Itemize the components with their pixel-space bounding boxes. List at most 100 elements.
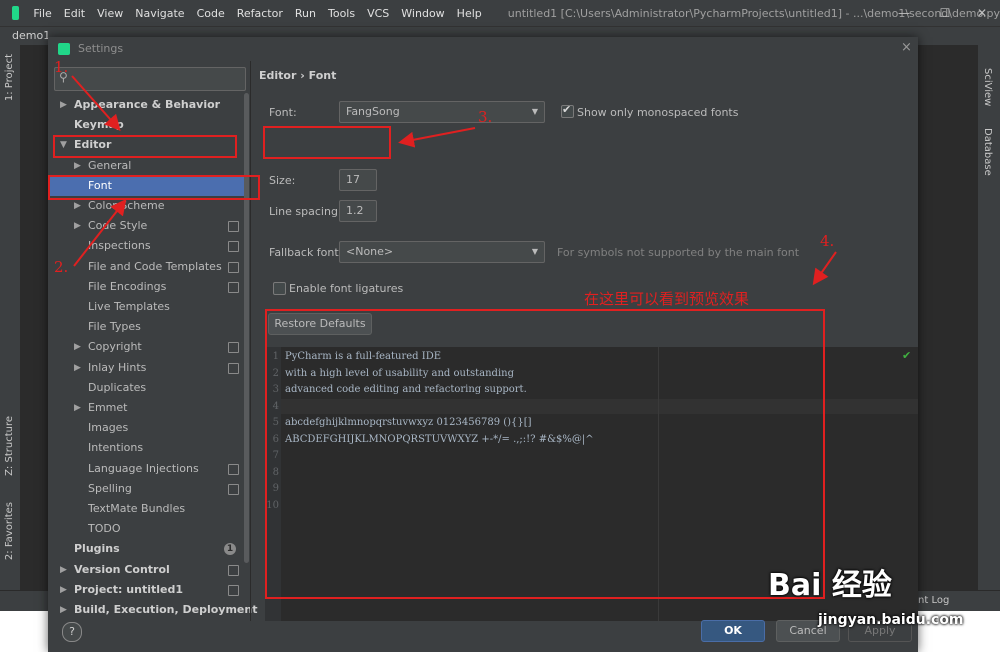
settings-search-input[interactable]: ⚲ [54,67,246,91]
tree-item[interactable]: ▶ Emmet [48,398,244,418]
tree-item[interactable]: TODO [48,519,244,539]
chevron-right-icon[interactable]: ▶ [74,398,81,418]
ok-button[interactable]: OK [701,620,765,642]
chevron-right-icon[interactable]: ▶ [74,358,81,378]
sciview-tool-tab[interactable]: SciView [982,68,993,106]
chevron-down-icon: ▼ [531,107,538,116]
tree-item[interactable]: Images [48,418,244,438]
chevron-right-icon[interactable]: ▶ [60,580,67,600]
project-scope-icon [228,241,239,253]
tree-scrollbar[interactable] [244,93,249,563]
chevron-right-icon[interactable]: ▶ [74,337,81,357]
menu-edit[interactable]: Edit [58,7,91,20]
project-scope-icon [228,564,239,576]
font-combo[interactable]: FangSong ▼ [339,101,545,123]
line-spacing-label: Line spacing: [269,205,342,218]
close-icon[interactable]: × [901,40,912,55]
tree-item[interactable]: Duplicates [48,378,244,398]
tree-item[interactable]: ▶ Copyright [48,337,244,357]
chevron-right-icon[interactable]: ▶ [60,560,67,580]
maximize-icon[interactable]: ☐ [937,5,953,21]
annotation-box-size [263,126,391,159]
right-tool-strip: SciView Database [978,44,1000,610]
nav-breadcrumb[interactable]: demo1 [12,29,50,42]
monospaced-checkbox[interactable]: ✔ [561,103,574,118]
tree-item[interactable]: ▶ Appearance & Behavior [48,95,244,115]
tree-item[interactable]: Language Injections [48,459,244,479]
line-spacing-field[interactable]: 1.2 [339,200,377,222]
chevron-right-icon[interactable]: ▶ [60,600,67,620]
tree-item-label: Appearance & Behavior [74,98,221,111]
project-scope-icon [228,584,239,596]
favorites-tool-tab[interactable]: 2: Favorites [4,502,15,560]
tree-item[interactable]: Inspections [48,236,244,256]
size-field[interactable]: 17 [339,169,377,191]
tree-item[interactable]: ▶ Version Control [48,560,244,580]
menu-refactor[interactable]: Refactor [231,7,289,20]
tree-item[interactable]: ▶ Code Style [48,216,244,236]
project-scope-icon [228,221,239,233]
tree-item-label: File and Code Templates [88,259,222,273]
tree-item[interactable]: ▶ Project: untitled1 [48,580,244,600]
project-tool-tab[interactable]: 1: Project [4,54,15,101]
tree-item[interactable]: File and Code Templates [48,257,244,277]
annotation-number-1: 1. [54,58,69,76]
menu-tools[interactable]: Tools [322,7,361,20]
menu-view[interactable]: View [91,7,129,20]
tree-item[interactable]: Keymap [48,115,244,135]
menu-window[interactable]: Window [395,7,450,20]
ligatures-checkbox[interactable] [273,282,286,295]
annotation-box-font [48,175,260,200]
tree-item[interactable]: Spelling [48,479,244,499]
menu-file[interactable]: File [27,7,57,20]
tree-item[interactable]: File Types [48,317,244,337]
fallback-hint: For symbols not supported by the main fo… [557,246,800,259]
chevron-right-icon[interactable]: ▶ [60,95,67,115]
database-tool-tab[interactable]: Database [982,128,993,176]
tree-item-label: Intentions [88,441,144,455]
chevron-right-icon[interactable]: ▶ [74,216,81,236]
baidu-watermark: Bai 经验 jingyan.baidu.com [768,540,993,652]
chevron-right-icon[interactable]: ▶ [74,156,81,176]
window-title: untitled1 [C:\Users\Administrator\Pychar… [507,6,1000,20]
tree-item-label: Inspections [88,239,151,253]
dialog-title-bar: Settings × [48,37,918,61]
project-scope-icon [228,281,239,293]
structure-tool-tab[interactable]: Z: Structure [4,416,15,476]
fallback-font-combo[interactable]: <None> ▼ [339,241,545,263]
tree-item[interactable]: Plugins 1 [48,539,244,559]
help-button[interactable]: ? [62,622,82,642]
menu-bar: File Edit View Navigate Code Refactor Ru… [0,0,1000,26]
menu-vcs[interactable]: VCS [361,7,395,20]
tree-item-label: Images [88,421,129,435]
breadcrumb-separator: › [300,69,305,82]
tree-item[interactable]: Live Templates [48,297,244,317]
menu-help[interactable]: Help [451,7,488,20]
tree-item[interactable]: TextMate Bundles [48,499,244,519]
close-window-icon[interactable]: ✕ [974,5,990,21]
tree-item[interactable]: Intentions [48,438,244,458]
fallback-font-value: <None> [346,245,394,258]
minimize-icon[interactable]: — [896,5,912,21]
left-tool-strip: 1: Project Z: Structure 2: Favorites [0,44,20,610]
pycharm-icon [58,43,70,55]
tree-item[interactable]: ▶ Inlay Hints [48,358,244,378]
size-label: Size: [269,174,296,187]
tree-item-label: TODO [88,522,121,536]
menu-run[interactable]: Run [289,7,322,20]
menu-code[interactable]: Code [191,7,231,20]
tree-item[interactable]: File Encodings [48,277,244,297]
line-spacing-value: 1.2 [346,204,364,217]
tree-item-label: Project: untitled1 [74,582,183,596]
tree-item[interactable]: ▶ General [48,156,244,176]
menu-navigate[interactable]: Navigate [129,7,190,20]
tree-item[interactable]: ▶ Build, Execution, Deployment [48,600,257,620]
annotation-box-editor [53,135,237,158]
annotation-number-3: 3. [478,108,493,126]
inspection-ok-icon: ✔ [902,349,912,362]
tree-item-label: Code Style [88,219,148,233]
annotation-preview-note: 在这里可以看到预览效果 [584,290,750,308]
panel-breadcrumb: Editor › Font [259,69,336,82]
tree-item-label: File Encodings [88,279,167,293]
watermark-brand: Bai 经验 [768,568,892,603]
